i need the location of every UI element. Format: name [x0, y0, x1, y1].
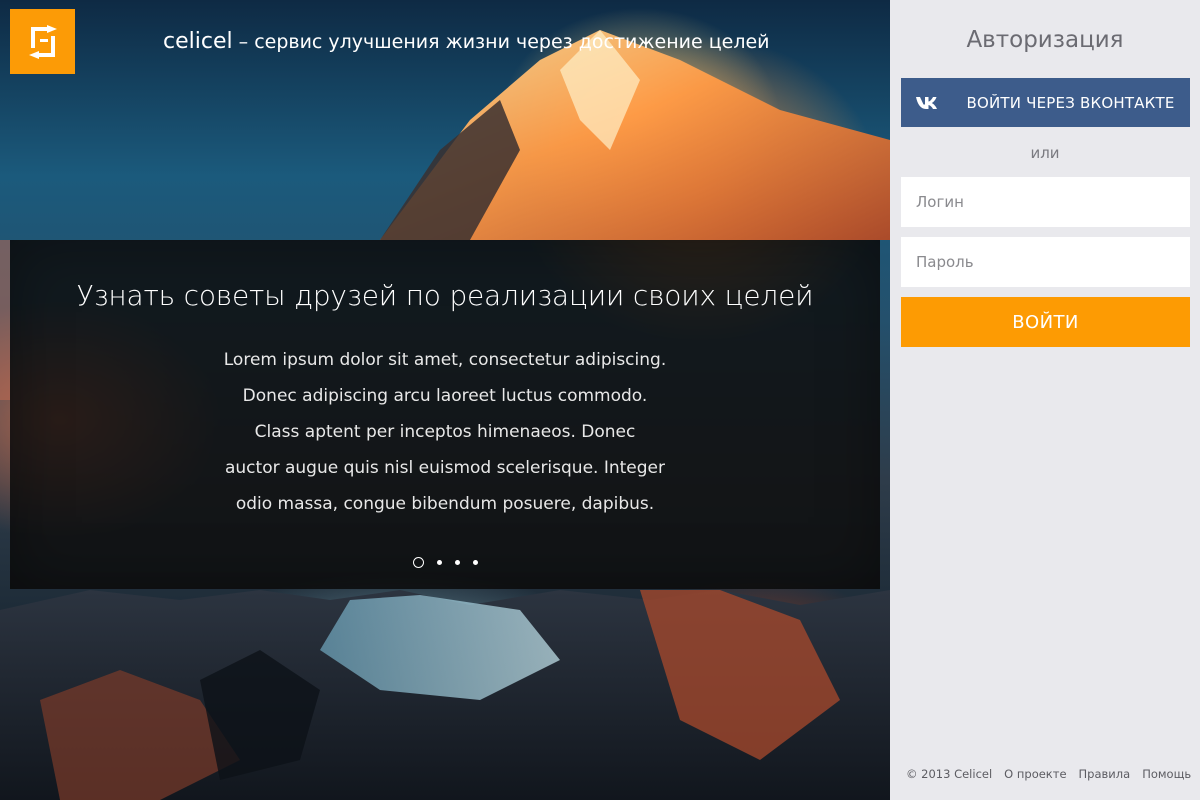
slide-text-line: Class aptent per inceptos himenaeos. Don… — [254, 422, 636, 442]
page: celicel – сервис улучшения жизни через д… — [0, 0, 1200, 800]
password-input[interactable] — [901, 237, 1190, 287]
slide-text-line: Donec adipiscing arcu laoreet luctus com… — [242, 386, 648, 406]
footer-link-help[interactable]: Помощь — [1142, 767, 1191, 781]
slide-description: Lorem ipsum dolor sit amet, consectetur … — [195, 342, 695, 522]
brand-name: celicel — [163, 29, 233, 54]
hero-background: celicel – сервис улучшения жизни через д… — [0, 0, 890, 800]
vk-login-label: ВОЙТИ ЧЕРЕЗ ВКОНТАКТЕ — [966, 93, 1175, 112]
auth-panel: Авторизация ВОЙТИ ЧЕРЕЗ ВКОНТАКТЕ или ВО… — [890, 0, 1200, 800]
copyright-text: © 2013 Celicel — [906, 767, 993, 781]
slider-dot-3[interactable] — [454, 559, 460, 565]
slide-title: Узнать советы друзей по реализации своих… — [76, 279, 814, 312]
slider-dot-1[interactable] — [412, 556, 424, 568]
slide-text-line: odio massa, congue bibendum posuere, dap… — [235, 494, 655, 514]
celicel-logo[interactable] — [10, 9, 75, 74]
login-input[interactable] — [901, 177, 1190, 227]
slide-text-line: auctor augue quis nisl euismod scelerisq… — [224, 458, 666, 478]
login-submit-button[interactable]: ВОЙТИ — [901, 297, 1190, 347]
slider-pagination — [10, 555, 880, 569]
feature-slider: Узнать советы друзей по реализации своих… — [10, 240, 880, 589]
auth-title: Авторизация — [966, 27, 1124, 53]
footer-link-rules[interactable]: Правила — [1079, 767, 1131, 781]
slide-text-line: Lorem ipsum dolor sit amet, consectetur … — [223, 350, 667, 370]
vk-login-button[interactable]: ВОЙТИ ЧЕРЕЗ ВКОНТАКТЕ — [901, 78, 1190, 127]
tagline-text: – сервис улучшения жизни через достижени… — [232, 31, 770, 53]
footer-link-about[interactable]: О проекте — [1004, 767, 1066, 781]
or-separator: или — [1030, 144, 1060, 162]
slider-dot-4[interactable] — [472, 559, 478, 565]
site-tagline: celicel – сервис улучшения жизни через д… — [163, 28, 770, 56]
footer: © 2013 Celicel О проекте Правила Помощь — [906, 767, 1191, 781]
slider-dot-2[interactable] — [436, 559, 442, 565]
vk-icon — [901, 95, 957, 111]
celicel-logo-icon — [28, 24, 57, 59]
